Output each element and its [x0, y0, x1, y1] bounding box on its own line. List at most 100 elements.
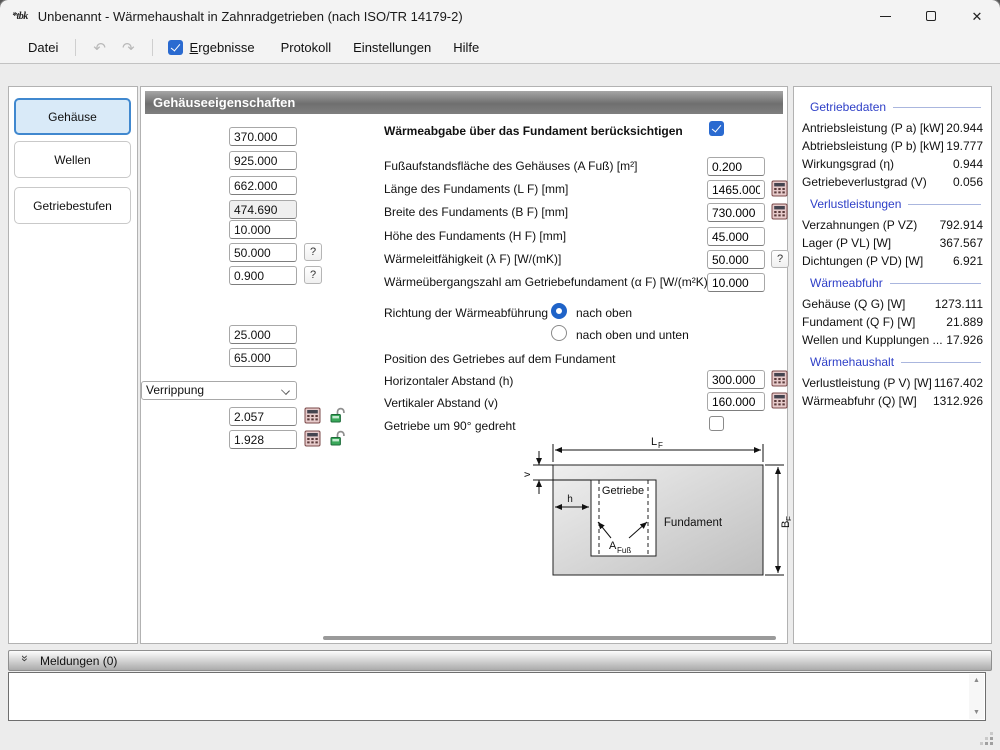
- minimize-button[interactable]: [862, 0, 908, 32]
- radio-nach-oben-und-unten[interactable]: [551, 325, 567, 341]
- result-row: Lager (P VL) [W] 367.567: [802, 236, 983, 250]
- calculator-icon[interactable]: [304, 430, 321, 447]
- param-field[interactable]: [229, 325, 297, 344]
- bf-field[interactable]: [707, 203, 765, 222]
- fundament-checkbox[interactable]: [709, 121, 724, 136]
- radio-nach-oben[interactable]: [551, 303, 567, 319]
- param-field[interactable]: [229, 220, 297, 239]
- collapse-chevron-icon[interactable]: »: [18, 655, 32, 667]
- param-field[interactable]: [229, 176, 297, 195]
- menu-protokoll[interactable]: Protokoll: [273, 36, 340, 59]
- verrippung-dropdown[interactable]: Verrippung: [141, 381, 297, 400]
- field-label: Vertikaler Abstand (v): [384, 396, 499, 410]
- messages-list: ▲ ▼: [8, 672, 986, 721]
- heading-rule: [908, 203, 981, 205]
- diagram-lf-sub: F: [658, 441, 663, 450]
- diagram-afuss-label: A: [609, 540, 617, 552]
- rotate-checkbox[interactable]: [709, 416, 724, 431]
- minimize-icon: [879, 15, 891, 17]
- param-field[interactable]: [229, 127, 297, 146]
- v-field[interactable]: [707, 392, 765, 411]
- page-title: Gehäuseeigenschaften: [145, 91, 783, 114]
- alpha-field[interactable]: [707, 273, 765, 292]
- menu-einstellungen[interactable]: Einstellungen: [345, 36, 439, 59]
- param-field[interactable]: [229, 348, 297, 367]
- result-row: Getriebeverlustgrad (V) 0.056: [802, 175, 983, 189]
- scroll-down-icon[interactable]: ▼: [973, 709, 980, 716]
- lock-open-icon[interactable]: [329, 430, 346, 447]
- sidebar-item-label: Wellen: [54, 152, 91, 167]
- sidebar-item-getriebestufen[interactable]: Getriebestufen: [14, 187, 131, 224]
- result-row: Wirkungsgrad (η) 0.944: [802, 157, 983, 171]
- sidebar: Gehäuse Wellen Getriebestufen: [8, 86, 138, 644]
- diagram-getriebe-label: Getriebe: [602, 485, 644, 497]
- results-section-heading: Verlustleistungen: [802, 197, 983, 211]
- menu-datei[interactable]: Datei: [20, 36, 66, 59]
- field-label: Wärmeleitfähigkeit (λ F) [W/(mK)]: [384, 252, 562, 266]
- maximize-icon: [926, 11, 936, 21]
- section-title: Wärmehaushalt: [810, 355, 895, 369]
- results-section-heading: Wärmehaushalt: [802, 355, 983, 369]
- diagram-lf-label: L: [651, 436, 657, 448]
- help-button[interactable]: ?: [304, 243, 322, 261]
- horizontal-scrollbar[interactable]: [323, 636, 776, 640]
- undo-icon[interactable]: ↶: [85, 39, 114, 57]
- calculator-icon[interactable]: [304, 407, 321, 424]
- section-title: Wärmeabfuhr: [810, 276, 883, 290]
- sidebar-item-wellen[interactable]: Wellen: [14, 141, 131, 178]
- lock-open-icon[interactable]: [329, 407, 346, 424]
- calculator-icon[interactable]: [771, 180, 788, 197]
- help-button[interactable]: ?: [771, 250, 789, 268]
- diagram-fundament-label: Fundament: [664, 517, 723, 529]
- results-section-heading: Wärmeabfuhr: [802, 276, 983, 290]
- sidebar-item-label: Getriebestufen: [33, 198, 112, 213]
- param-field[interactable]: [229, 243, 297, 262]
- field-label: Wärmeübergangszahl am Getriebefundament …: [384, 275, 712, 289]
- result-row: Gehäuse (Q G) [W] 1273.111: [802, 297, 983, 311]
- afuss-field[interactable]: [707, 157, 765, 176]
- lambda-field[interactable]: [707, 250, 765, 269]
- close-button[interactable]: ✕: [954, 0, 1000, 32]
- calculator-icon[interactable]: [771, 370, 788, 387]
- calculator-icon[interactable]: [771, 392, 788, 409]
- help-button[interactable]: ?: [304, 266, 322, 284]
- param-field[interactable]: [229, 407, 297, 426]
- diagram-afuss-sub: Fuß: [617, 546, 631, 555]
- sidebar-item-gehaeuse[interactable]: Gehäuse: [14, 98, 131, 135]
- fundament-diagram: L F B F v: [522, 436, 791, 576]
- field-label: Horizontaler Abstand (h): [384, 374, 514, 388]
- field-label: Breite des Fundaments (B F) [mm]: [384, 205, 569, 219]
- close-icon: ✕: [971, 8, 983, 24]
- diagram-h-label: h: [567, 494, 573, 505]
- ergebnisse-toggle[interactable]: Ergebnisse: [162, 40, 261, 55]
- section-title: Verlustleistungen: [810, 197, 902, 211]
- messages-title: Meldungen (0): [40, 653, 118, 668]
- hf-field[interactable]: [707, 227, 765, 246]
- fundament-rect: [552, 464, 764, 576]
- param-field[interactable]: [229, 151, 297, 170]
- menu-hilfe[interactable]: Hilfe: [445, 36, 487, 59]
- param-field[interactable]: [229, 430, 297, 449]
- window-title: Unbenannt - Wärmehaushalt in Zahnradgetr…: [37, 8, 463, 24]
- messages-header-bar[interactable]: » Meldungen (0): [8, 650, 992, 671]
- resize-grip[interactable]: [980, 732, 994, 746]
- vertical-scrollbar[interactable]: ▲ ▼: [969, 674, 984, 719]
- heading-rule: [893, 106, 981, 108]
- field-label: Länge des Fundaments (L F) [mm]: [384, 182, 569, 196]
- diagram-bf-sub: F: [785, 516, 791, 521]
- result-row: Verlustleistung (P V) [W] 1167.402: [802, 376, 983, 390]
- scroll-up-icon[interactable]: ▲: [973, 677, 980, 684]
- main-panel: Gehäuseeigenschaften ? ? Verrippung: [140, 86, 791, 644]
- ergebnisse-checkbox-checked-icon[interactable]: [167, 40, 183, 55]
- maximize-button[interactable]: [908, 0, 954, 32]
- calculator-icon[interactable]: [771, 203, 788, 220]
- h-field[interactable]: [707, 370, 765, 389]
- results-section-heading: Getriebedaten: [802, 100, 983, 114]
- param-field[interactable]: [229, 266, 297, 285]
- lf-field[interactable]: [707, 180, 765, 199]
- menubar-separator: [151, 39, 153, 56]
- app-window: *tbk Unbenannt - Wärmehaushalt in Zahnra…: [0, 0, 1000, 750]
- diagram-v-label: v: [522, 472, 533, 477]
- redo-icon[interactable]: ↷: [114, 39, 143, 57]
- titlebar: *tbk Unbenannt - Wärmehaushalt in Zahnra…: [0, 0, 1000, 32]
